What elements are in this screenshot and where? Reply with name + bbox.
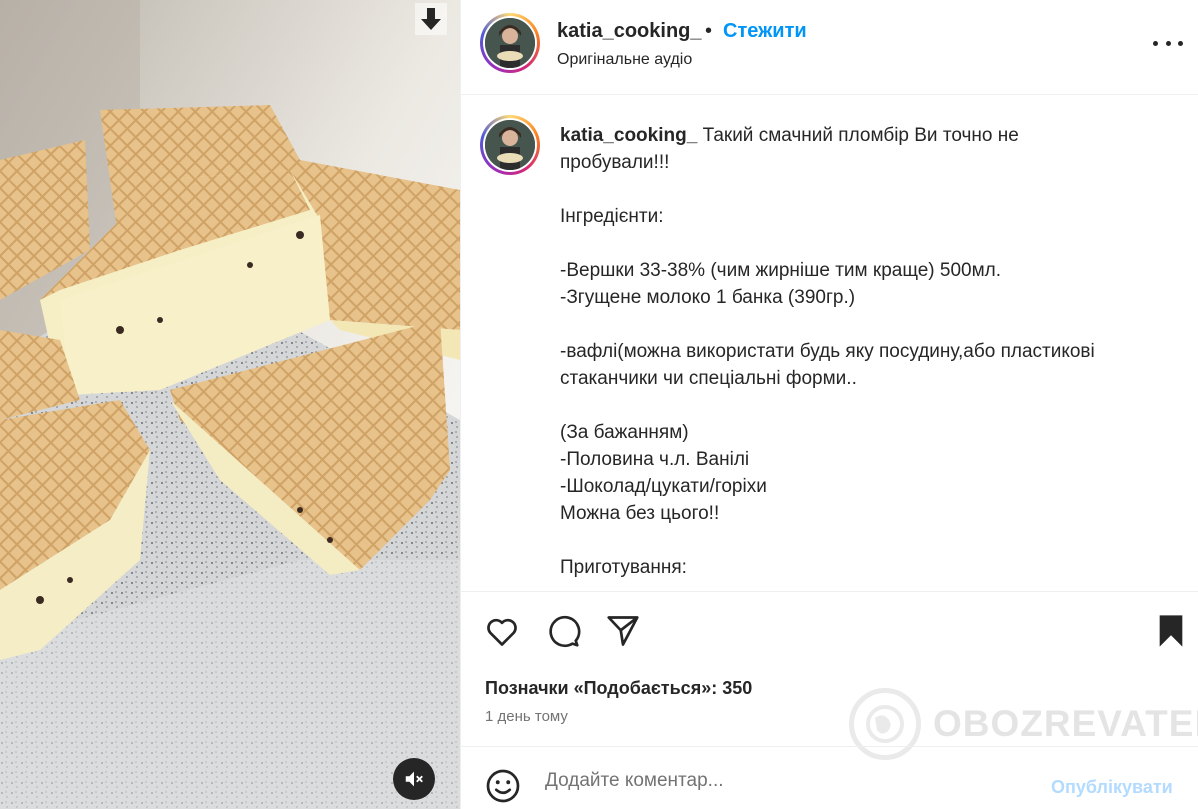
- post-caption: katia_cooking_ Такий смачний пломбір Ви …: [461, 96, 1198, 591]
- caption-avatar[interactable]: [480, 115, 540, 175]
- comment-bar: Опублікувати: [461, 746, 1198, 809]
- caption-line: katia_cooking_ Такий смачний пломбір Ви …: [560, 122, 1170, 149]
- avatar-photo: [485, 18, 535, 68]
- download-arrow-icon[interactable]: [415, 3, 447, 35]
- post-actions: Позначки «Подобається»: 350 1 день тому …: [461, 591, 1198, 760]
- ice-cream-photo: [0, 0, 460, 809]
- avatar[interactable]: [480, 13, 540, 73]
- likes-number: 350: [722, 678, 753, 698]
- caption-line: [560, 392, 1170, 419]
- caption-line: -вафлі(можна використати будь яку посуди…: [560, 341, 1095, 362]
- caption-line: Можна без цього!!: [560, 503, 720, 524]
- comment-input[interactable]: [545, 765, 1025, 797]
- post-media[interactable]: [0, 0, 460, 809]
- likes-label: Позначки «Подобається»:: [485, 678, 718, 698]
- caption-line: -Шоколад/цукати/горіхи: [560, 476, 767, 497]
- caption-line: [560, 176, 1170, 203]
- emoji-smile-icon[interactable]: [485, 768, 521, 804]
- bookmark-icon[interactable]: [1152, 612, 1190, 650]
- post-timestamp[interactable]: 1 день тому: [485, 708, 568, 725]
- caption-line: [560, 230, 1170, 257]
- post-header: katia_cooking_ • Стежити Оригінальне ауд…: [461, 0, 1198, 95]
- caption-line-text: Такий смачний пломбір Ви точно не: [702, 125, 1019, 146]
- caption-line: пробували!!!: [560, 152, 670, 173]
- header-separator: •: [705, 20, 713, 42]
- follow-button[interactable]: Стежити: [723, 20, 807, 43]
- header-username[interactable]: katia_cooking_: [557, 20, 702, 43]
- caption-line: [560, 527, 1170, 554]
- caption-line: -Половина ч.л. Ванілі: [560, 449, 750, 470]
- caption-line: стаканчики чи спеціальні форми..: [560, 368, 857, 389]
- original-audio-link[interactable]: Оригінальне аудіо: [557, 51, 692, 69]
- caption-username[interactable]: katia_cooking_: [560, 125, 697, 146]
- comment-bubble-icon[interactable]: [544, 612, 582, 650]
- more-options-icon[interactable]: [1153, 38, 1183, 48]
- heart-icon[interactable]: [483, 612, 521, 650]
- caption-line: Приготування:: [560, 557, 687, 578]
- send-paper-plane-icon[interactable]: [604, 612, 642, 650]
- caption-line: (За бажанням): [560, 422, 689, 443]
- avatar-photo: [485, 120, 535, 170]
- caption-line: -Вершки 33-38% (чим жирніше тим краще) 5…: [560, 260, 1002, 281]
- watermark-text: OBOZREVATEL: [933, 703, 1198, 744]
- caption-line: [560, 311, 1170, 338]
- caption-line: -Згущене молоко 1 банка (390гр.): [560, 287, 856, 308]
- likes-count[interactable]: Позначки «Подобається»: 350: [485, 678, 752, 699]
- caption-text: katia_cooking_ Такий смачний пломбір Ви …: [560, 122, 1170, 581]
- speaker-muted-icon[interactable]: [393, 758, 435, 800]
- caption-line: Інгредієнти:: [560, 206, 664, 227]
- post-panel: katia_cooking_ • Стежити Оригінальне ауд…: [460, 0, 1198, 809]
- publish-button[interactable]: Опублікувати: [1051, 777, 1173, 798]
